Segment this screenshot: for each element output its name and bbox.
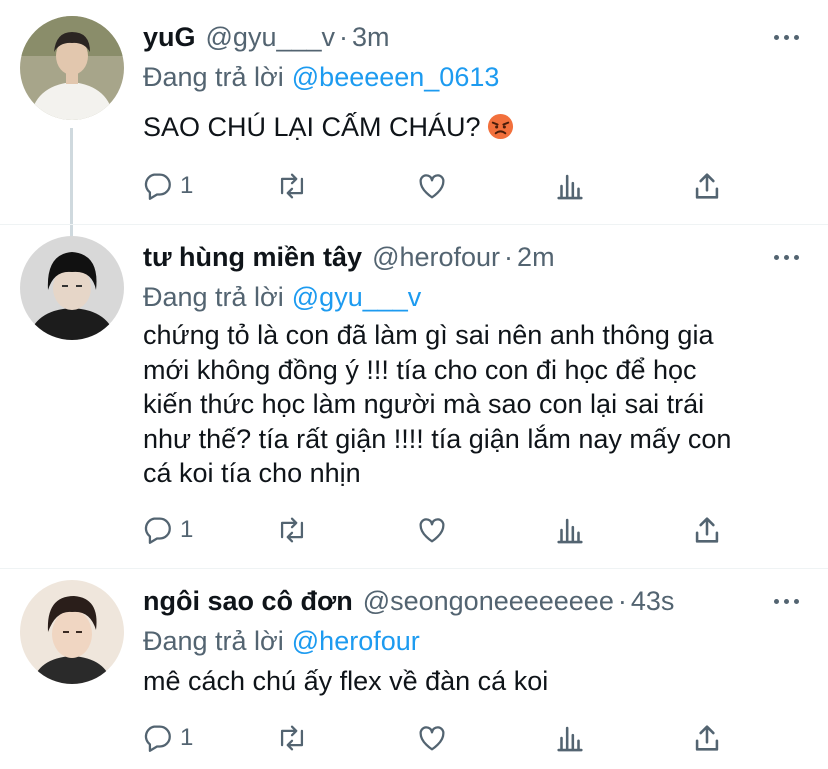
display-name[interactable]: ngôi sao cô đơn xyxy=(143,586,353,616)
like-icon xyxy=(419,518,445,543)
analytics-button[interactable] xyxy=(553,718,587,758)
analytics-icon xyxy=(557,174,583,200)
separator-dot: · xyxy=(339,22,349,52)
more-icon[interactable] xyxy=(772,246,802,270)
tweet-text-line: mới không đồng ý !!! tía cho con đi học … xyxy=(143,354,697,385)
divider xyxy=(0,224,828,225)
user-handle[interactable]: @herofour xyxy=(372,242,500,272)
tweet-actions: 1 xyxy=(140,510,780,550)
like-button[interactable] xyxy=(415,718,449,758)
separator-dot: · xyxy=(617,586,627,616)
user-handle[interactable]: @gyu___v xyxy=(206,22,336,52)
share-button[interactable] xyxy=(690,166,724,206)
tweet-text-line: như thế? tía rất giận !!!! tía giận lắm … xyxy=(143,423,732,454)
replying-to-label: Đang trả lời xyxy=(143,282,284,312)
replying-to: Đang trả lời @gyu___v xyxy=(143,280,421,314)
avatar[interactable] xyxy=(20,236,124,340)
tweet-text-content: mê cách chú ấy flex về đàn cá koi xyxy=(143,666,549,696)
retweet-button[interactable] xyxy=(275,166,309,206)
reply-button[interactable]: 1 xyxy=(140,166,193,206)
reply-count: 1 xyxy=(180,724,194,751)
reply-count: 1 xyxy=(180,516,194,543)
reply-button[interactable]: 1 xyxy=(140,510,193,550)
like-button[interactable] xyxy=(415,510,449,550)
tweet-text-line: cá koi tía cho nhịn xyxy=(143,458,361,488)
angry-face-icon xyxy=(487,113,513,140)
tweet-text: mê cách chú ấy flex về đàn cá koi xyxy=(143,664,803,699)
tweet-text: chứng tỏ là con đã làm gì sai nên anh th… xyxy=(143,318,803,491)
tweet-seongone[interactable]: ngôi sao cô đơn @seongoneeeeeeee · 43s Đang… xyxy=(0,578,828,769)
timestamp[interactable]: 2m xyxy=(517,242,555,272)
share-icon xyxy=(695,725,719,751)
tweet-text-content: SAO CHÚ LẠI CẤM CHÁU? xyxy=(143,112,481,142)
display-name[interactable]: yuG xyxy=(143,22,196,52)
reply-icon xyxy=(144,173,171,200)
analytics-button[interactable] xyxy=(553,166,587,206)
retweet-icon xyxy=(280,173,304,199)
mention-link[interactable]: @herofour xyxy=(292,626,420,656)
reply-icon xyxy=(144,725,171,752)
share-icon xyxy=(695,517,719,543)
mention-link[interactable]: @beeeeen_0613 xyxy=(292,62,500,92)
more-icon[interactable] xyxy=(772,26,802,50)
tweet-text-line: chứng tỏ là con đã làm gì sai nên anh th… xyxy=(143,320,714,350)
tweet-text-line: kiến thức học làm người mà sao con lại s… xyxy=(143,389,705,419)
replying-to: Đang trả lời @beeeeen_0613 xyxy=(143,60,499,94)
retweet-button[interactable] xyxy=(275,718,309,758)
timestamp[interactable]: 43s xyxy=(631,586,675,616)
retweet-icon xyxy=(280,725,304,751)
replying-to-label: Đang trả lời xyxy=(143,62,284,92)
tweet-actions: 1 xyxy=(140,166,780,206)
separator-dot: · xyxy=(504,242,514,272)
reply-button[interactable]: 1 xyxy=(140,718,193,758)
tweet-gyu[interactable]: yuG @gyu___v · 3m Đang trả lời @beeeeen_0613… xyxy=(0,14,828,224)
like-icon xyxy=(419,174,445,199)
avatar[interactable] xyxy=(20,580,124,684)
mention-link[interactable]: @gyu___v xyxy=(292,282,422,312)
more-icon[interactable] xyxy=(772,590,802,614)
retweet-button[interactable] xyxy=(275,510,309,550)
divider xyxy=(0,568,828,569)
like-button[interactable] xyxy=(415,166,449,206)
retweet-icon xyxy=(280,517,304,543)
like-icon xyxy=(419,726,445,751)
share-button[interactable] xyxy=(690,510,724,550)
analytics-icon xyxy=(557,726,583,752)
timestamp[interactable]: 3m xyxy=(352,22,390,52)
reply-count: 1 xyxy=(180,172,194,199)
avatar[interactable] xyxy=(20,16,124,120)
reply-icon xyxy=(144,517,171,544)
analytics-icon xyxy=(557,518,583,544)
tweet-actions: 1 xyxy=(140,718,780,758)
share-icon xyxy=(695,173,719,199)
replying-to-label: Đang trả lời xyxy=(143,626,284,656)
share-button[interactable] xyxy=(690,718,724,758)
replying-to: Đang trả lời @herofour xyxy=(143,624,420,658)
display-name[interactable]: tư hùng miền tây xyxy=(143,242,362,272)
analytics-button[interactable] xyxy=(553,510,587,550)
tweet-text: SAO CHÚ LẠI CẤM CHÁU? xyxy=(143,110,803,145)
tweet-herofour[interactable]: tư hùng miền tây @herofour · 2m Đang trả lờ… xyxy=(0,234,828,564)
user-handle[interactable]: @seongoneeeeeeee xyxy=(363,586,614,616)
